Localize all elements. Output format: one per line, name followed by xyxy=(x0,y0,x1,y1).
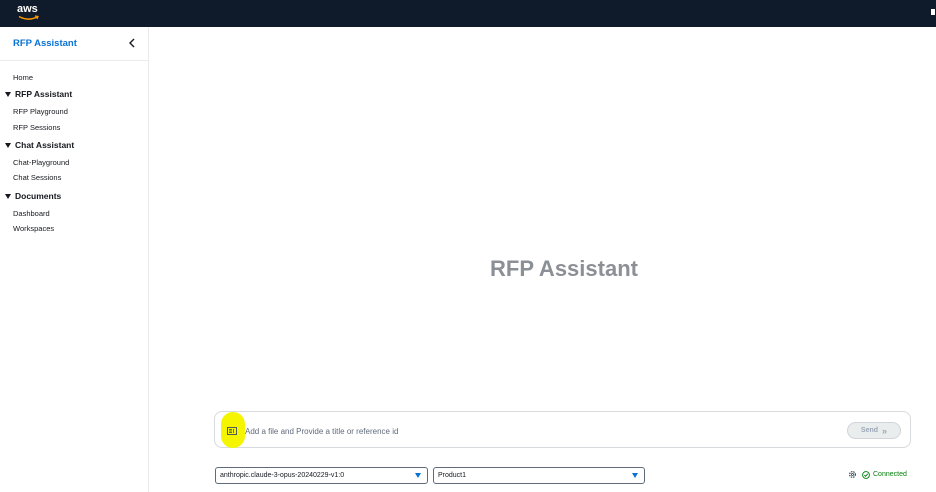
nav-rfp-sessions[interactable]: RFP Sessions xyxy=(13,123,60,132)
top-navigation-bar: aws xyxy=(0,0,936,27)
nav-section-documents[interactable]: Documents xyxy=(4,191,61,201)
nav-section-label: Chat Assistant xyxy=(15,140,75,150)
side-navigation: RFP Assistant Home RFP Assistant RFP Pla… xyxy=(0,27,149,492)
nav-section-label: RFP Assistant xyxy=(15,89,73,99)
sidebar-title[interactable]: RFP Assistant xyxy=(13,38,77,49)
collapse-sidebar-icon[interactable] xyxy=(125,36,139,50)
nav-chat-sessions[interactable]: Chat Sessions xyxy=(13,173,61,182)
nav-dashboard[interactable]: Dashboard xyxy=(13,209,50,218)
product-select-value: Product1 xyxy=(438,472,467,479)
prompt-box: Send » xyxy=(214,411,911,448)
status-text: Connected xyxy=(873,471,907,478)
nav-workspaces[interactable]: Workspaces xyxy=(13,224,54,233)
aws-logo-text: aws xyxy=(17,3,38,15)
double-chevron-right-icon: » xyxy=(882,425,888,436)
nav-section-rfp-assistant[interactable]: RFP Assistant xyxy=(4,89,72,99)
main-content: RFP Assistant Send » anthropic.claude-3-… xyxy=(149,27,936,492)
caret-down-icon xyxy=(5,193,11,199)
caret-down-icon xyxy=(415,473,421,478)
aws-smile-icon xyxy=(18,15,39,20)
nav-section-chat-assistant[interactable]: Chat Assistant xyxy=(4,140,74,150)
nav-home[interactable]: Home xyxy=(13,73,33,82)
connection-status: Connected xyxy=(848,470,907,479)
caret-down-icon xyxy=(5,142,11,148)
product-select[interactable]: Product1 xyxy=(433,467,645,484)
sidebar-header: RFP Assistant xyxy=(0,27,148,61)
status-success-icon xyxy=(862,470,870,479)
nav-section-label: Documents xyxy=(15,191,62,201)
aws-logo[interactable]: aws xyxy=(17,3,43,23)
model-select[interactable]: anthropic.claude-3-opus-20240229-v1:0 xyxy=(215,467,428,484)
caret-down-icon xyxy=(5,91,11,97)
page-title: RFP Assistant xyxy=(490,256,638,281)
model-select-value: anthropic.claude-3-opus-20240229-v1:0 xyxy=(220,472,345,479)
caret-down-icon xyxy=(632,473,638,478)
gear-icon[interactable] xyxy=(848,470,857,479)
attach-file-icon[interactable] xyxy=(227,427,237,435)
prompt-input[interactable] xyxy=(245,421,845,441)
user-menu-icon[interactable] xyxy=(931,9,935,15)
nav-chat-playground[interactable]: Chat-Playground xyxy=(13,158,69,167)
nav-rfp-playground[interactable]: RFP Playground xyxy=(13,107,68,116)
send-label: Send xyxy=(860,427,879,434)
send-button[interactable]: Send » xyxy=(847,422,901,439)
